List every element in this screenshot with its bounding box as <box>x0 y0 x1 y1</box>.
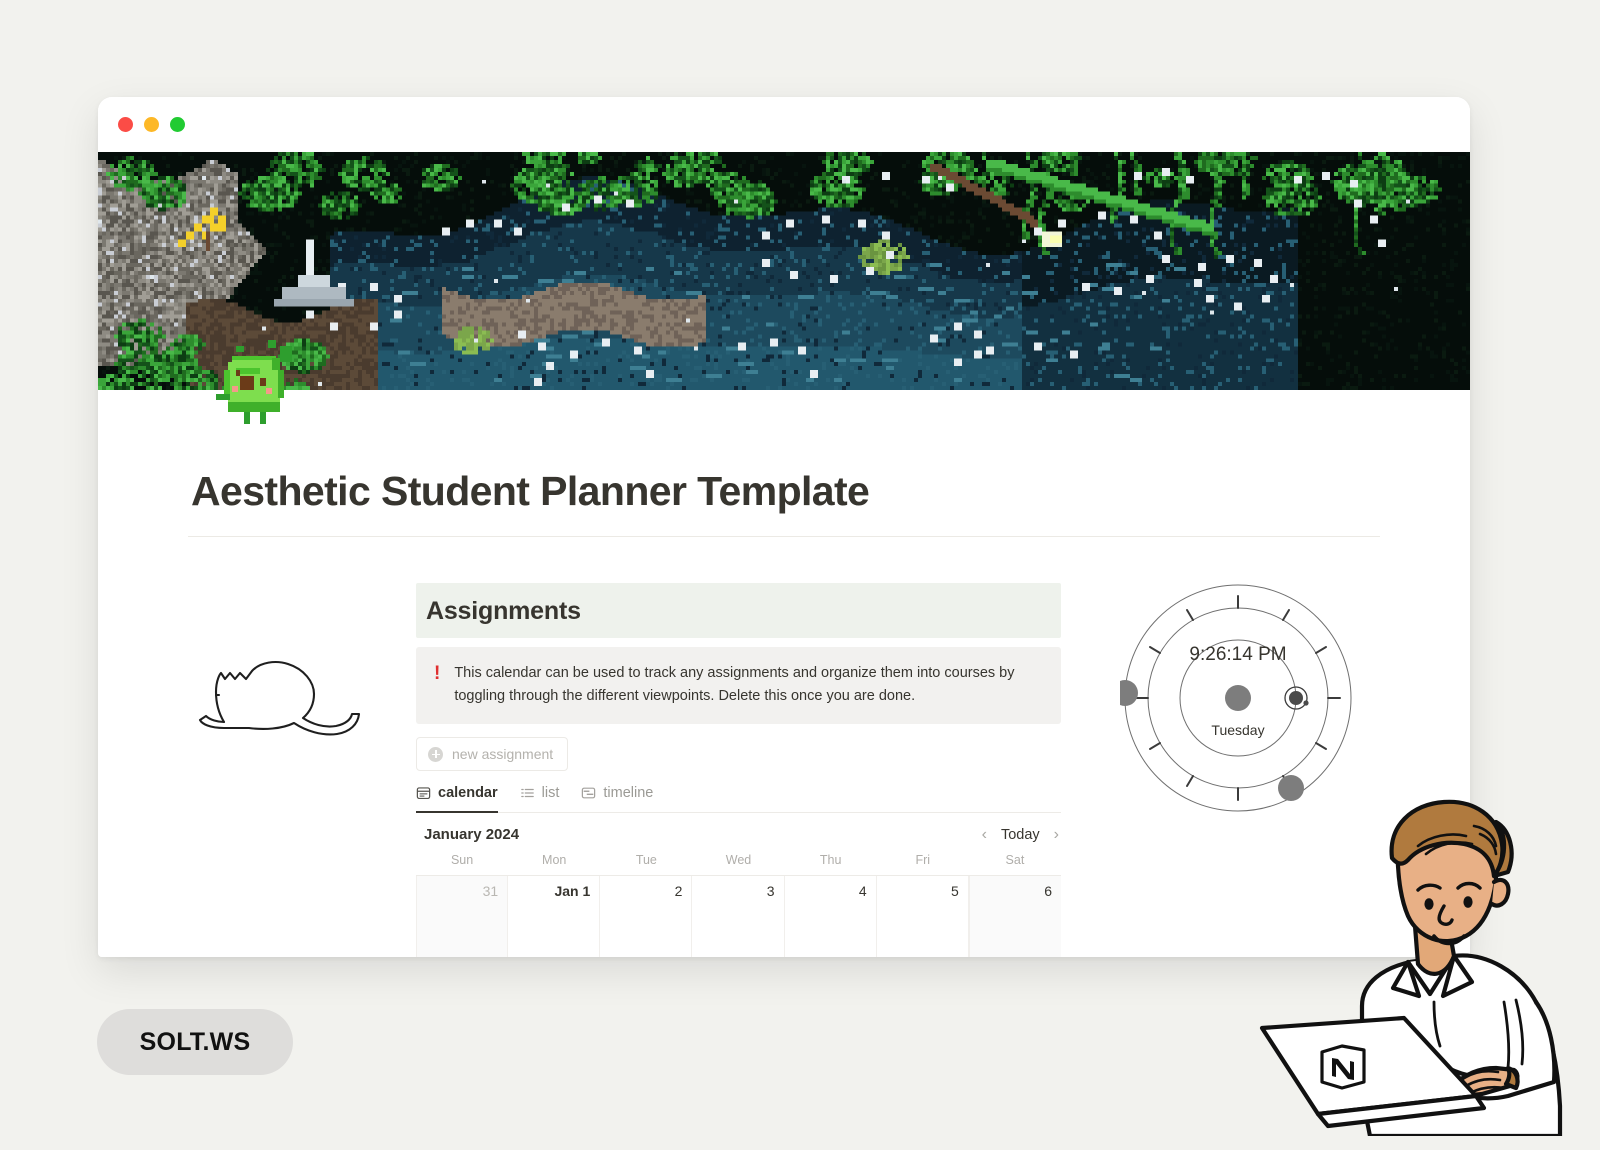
person-with-laptop-illustration <box>1259 799 1563 1136</box>
calendar-day-number: 31 <box>482 883 499 900</box>
day-name: Fri <box>915 853 931 868</box>
day-name: Thu <box>819 853 842 868</box>
brand-badge-label: SOLT.WS <box>139 1027 251 1056</box>
calendar-cell[interactable]: Jan 1 <box>508 876 601 957</box>
today-button[interactable]: Today <box>1001 827 1040 843</box>
calendar-day-number: 3 <box>766 883 775 900</box>
minimize-button[interactable] <box>144 117 159 132</box>
calendar-day-number: 6 <box>1044 883 1052 900</box>
database-title: Assignments <box>426 597 581 625</box>
orbital-clock-widget: 9:26:14 PM Tuesday <box>1120 584 1352 812</box>
day-name: Sun <box>450 853 474 868</box>
plus-circle-icon <box>428 746 443 762</box>
calendar-grid: 31 Jan 1 2 3 4 5 6 <box>416 876 1061 957</box>
sleeping-cat-doodle <box>198 661 361 736</box>
calendar-day-number: 4 <box>858 883 867 900</box>
database-view-tabs: calendar list timeline <box>416 785 1061 814</box>
calendar-month-label: January 2024 <box>424 826 520 844</box>
calendar-day-number: Jan 1 <box>554 883 591 900</box>
page-cover-banner[interactable] <box>98 152 1470 390</box>
page-title: Aesthetic Student Planner Template <box>191 468 870 514</box>
clock-weekday: Tuesday <box>1211 722 1264 738</box>
timeline-icon <box>582 787 596 799</box>
tab-timeline[interactable]: timeline <box>581 785 653 805</box>
brand-badge: SOLT.WS <box>97 1009 293 1075</box>
exclamation-icon: ! <box>434 663 441 684</box>
tab-calendar[interactable]: calendar <box>416 785 498 814</box>
cover-pixel-art <box>98 152 1470 390</box>
day-name: Tue <box>635 853 657 868</box>
tab-calendar-label: calendar <box>438 785 498 802</box>
chevron-right-icon[interactable]: › <box>1054 826 1059 843</box>
window-titlebar <box>98 97 1470 152</box>
calendar-day-number: 2 <box>674 883 683 900</box>
day-name: Sat <box>1005 853 1025 868</box>
database-header: Assignments <box>416 583 1061 638</box>
screenshot-root: Aesthetic Student Planner Template Assig… <box>0 0 1600 1150</box>
calendar-day-names: Sun Mon Tue Wed Thu Fri Sat <box>416 853 1061 877</box>
calendar-navigation: ‹ Today › <box>982 826 1059 843</box>
new-assignment-label: new assignment <box>452 746 554 763</box>
callout-block[interactable]: ! This calendar can be used to track any… <box>416 647 1061 725</box>
calendar-cell[interactable]: 6 <box>968 876 1061 957</box>
close-button[interactable] <box>118 117 133 132</box>
calendar-cell[interactable]: 3 <box>692 876 785 957</box>
calendar-cell[interactable]: 4 <box>785 876 877 957</box>
calendar-cell[interactable]: 31 <box>416 876 509 957</box>
calendar-cell[interactable]: 2 <box>600 876 693 957</box>
tab-list[interactable]: list <box>520 785 560 805</box>
title-divider <box>188 536 1380 537</box>
day-name: Wed <box>725 853 752 868</box>
notion-logo-icon <box>1320 1044 1366 1090</box>
maximize-button[interactable] <box>170 117 185 132</box>
calendar-icon <box>416 787 431 800</box>
assignments-database: Assignments ! This calendar can be used … <box>416 583 1061 957</box>
chevron-left-icon[interactable]: ‹ <box>982 826 987 843</box>
green-creature-icon[interactable] <box>208 334 300 426</box>
calendar-day-number: 5 <box>951 883 959 900</box>
callout-text: This calendar can be used to track any a… <box>454 665 1015 705</box>
tab-list-label: list <box>541 785 560 802</box>
calendar-cell[interactable]: 5 <box>877 876 969 957</box>
tab-timeline-label: timeline <box>603 785 654 802</box>
clock-time: 9:26:14 PM <box>1189 644 1286 665</box>
new-assignment-button[interactable]: new assignment <box>416 737 569 772</box>
day-name: Mon <box>542 853 567 868</box>
list-icon <box>520 789 534 798</box>
calendar-header: January 2024 ‹ Today › <box>416 813 1061 853</box>
